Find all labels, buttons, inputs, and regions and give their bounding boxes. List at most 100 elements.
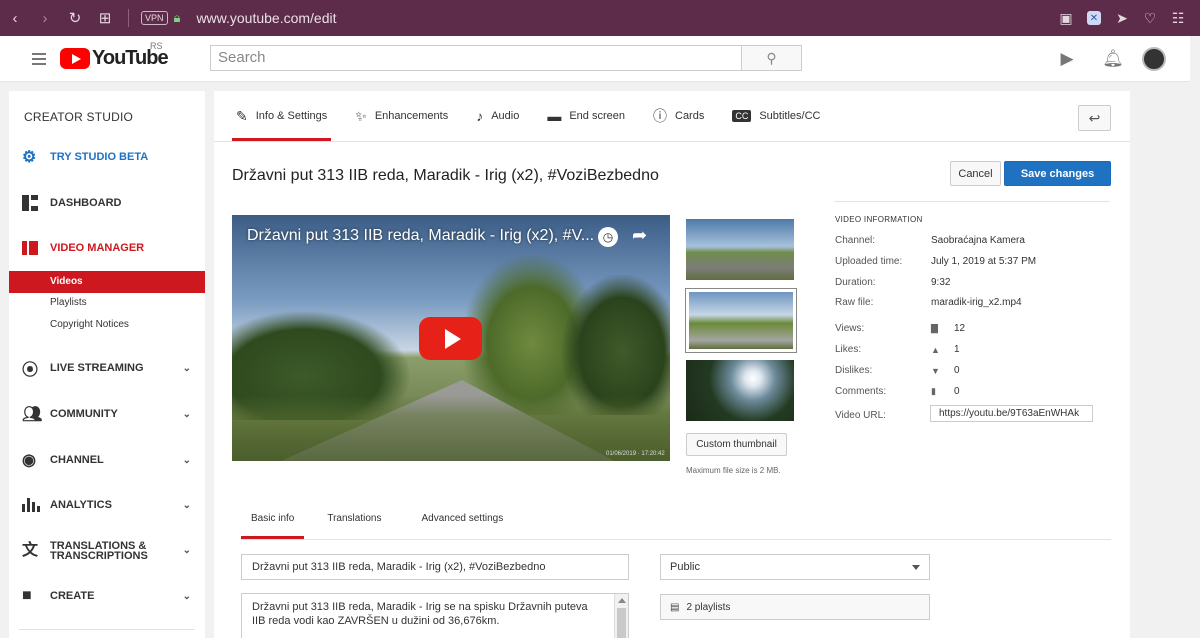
subtab-advanced-settings[interactable]: Advanced settings xyxy=(411,497,513,539)
watch-later-icon[interactable]: ◷ xyxy=(598,227,618,247)
logo-region: RS xyxy=(150,41,163,51)
tab-subtitles[interactable]: CC Subtitles/CC xyxy=(728,91,824,141)
thumbs-down-icon: ▼ xyxy=(931,365,940,376)
sidebar-item-live-streaming[interactable]: ⦿ LIVE STREAMING ⌄ xyxy=(9,355,205,381)
thumbnail-option-3[interactable] xyxy=(686,360,794,421)
sidebar-item-dashboard[interactable]: DASHBOARD xyxy=(9,190,205,216)
lock-icon[interactable]: 🔒︎ xyxy=(174,10,181,26)
creator-studio-sidebar: CREATOR STUDIO ⚙ TRY STUDIO BETA DASHBOA… xyxy=(9,91,205,638)
channel-value[interactable]: Saobraćajna Kamera xyxy=(931,235,1025,246)
magic-wand-icon: ✨︎ xyxy=(355,107,367,124)
menu-icon[interactable] xyxy=(32,50,46,68)
settings-subtabs: Basic info Translations Advanced setting… xyxy=(241,497,526,539)
video-edit-panel: ✎ Info & Settings ✨︎ Enhancements ♪ Audi… xyxy=(214,91,1130,638)
vpn-badge[interactable]: VPN xyxy=(141,11,168,25)
upload-video-icon[interactable]: ▶︎ xyxy=(1044,49,1090,69)
title-input[interactable]: Državni put 313 IIB reda, Maradik - Irig… xyxy=(241,554,629,580)
subtabs-divider xyxy=(241,539,1111,540)
back-button[interactable]: ↩ xyxy=(1078,105,1111,131)
tab-end-screen[interactable]: ▬ End screen xyxy=(543,91,629,141)
info-icon: ⓘ xyxy=(653,108,667,124)
thumbnail-option-2-selected[interactable] xyxy=(685,288,797,353)
video-title: Državni put 313 IIB reda, Maradik - Irig… xyxy=(232,167,659,184)
sidebar-item-translations[interactable]: 文 TRANSLATIONS & TRANSCRIPTIONS ⌄ xyxy=(9,537,205,565)
likes-label: Likes: xyxy=(835,344,862,355)
sidebar-subitem-copyright-notices[interactable]: Copyright Notices xyxy=(9,314,205,336)
chevron-down-icon: ⌄ xyxy=(182,499,191,511)
uploaded-label: Uploaded time: xyxy=(835,256,903,267)
sidebar-title: CREATOR STUDIO xyxy=(24,110,134,124)
sidebar-item-label-second-line: TRANSCRIPTIONS xyxy=(50,550,148,562)
description-textarea[interactable]: Državni put 313 IIB reda, Maradik - Irig… xyxy=(241,593,629,638)
dislikes-label: Dislikes: xyxy=(835,365,873,376)
community-icon: 👥︎ xyxy=(22,406,43,423)
playlists-button[interactable]: ▤ 2 playlists xyxy=(660,594,930,620)
sidebar-item-label: COMMUNITY xyxy=(50,408,118,420)
comment-bubble-icon: ▮ xyxy=(931,386,936,396)
save-changes-button[interactable]: Save changes xyxy=(1004,161,1111,186)
player-title[interactable]: Državni put 313 IIB reda, Maradik - Irig… xyxy=(247,227,594,245)
notifications-bell-icon[interactable]: 🔔︎ xyxy=(1090,49,1136,69)
sidebar-subitem-playlists[interactable]: Playlists xyxy=(9,292,205,314)
search-input[interactable]: Search xyxy=(210,45,742,71)
tab-audio[interactable]: ♪ Audio xyxy=(472,91,523,141)
raw-file-label: Raw file: xyxy=(835,297,874,308)
avatar[interactable] xyxy=(1142,47,1166,71)
subtab-basic-info[interactable]: Basic info xyxy=(241,497,305,539)
thumbnail-option-1[interactable] xyxy=(686,219,794,280)
send-icon[interactable]: ➤ xyxy=(1108,0,1136,36)
adblock-shield-icon[interactable]: ✕ xyxy=(1080,0,1108,36)
tab-info-settings[interactable]: ✎ Info & Settings xyxy=(232,91,332,141)
heart-icon[interactable]: ♡ xyxy=(1136,0,1164,36)
youtube-header: YouTube RS Search ⚲ ▶︎ 🔔︎ xyxy=(0,36,1200,82)
sidebar-item-analytics[interactable]: ANALYTICS ⌄ xyxy=(9,492,205,518)
subtab-translations[interactable]: Translations xyxy=(317,497,391,539)
live-streaming-icon: ⦿ xyxy=(22,362,39,379)
cancel-button[interactable]: Cancel xyxy=(950,161,1001,186)
sidebar-item-create[interactable]: ■ CREATE ⌄ xyxy=(9,583,205,609)
page-scrollbar[interactable] xyxy=(1190,36,1200,638)
create-camera-icon: ■ xyxy=(22,587,32,604)
translate-icon: 文 xyxy=(22,542,39,559)
tab-label: End screen xyxy=(569,110,625,122)
sidebar-item-try-studio-beta[interactable]: ⚙ TRY STUDIO BETA xyxy=(9,144,205,170)
sidebar-item-video-manager[interactable]: VIDEO MANAGER xyxy=(9,235,205,261)
privacy-select[interactable]: Public xyxy=(660,554,930,580)
video-url-field[interactable]: https://youtu.be/9T63aEnWHAk xyxy=(930,405,1093,422)
share-arrow-icon[interactable]: ➦ xyxy=(632,225,647,246)
comments-value: 0 xyxy=(954,386,960,397)
privacy-value: Public xyxy=(670,561,700,573)
forward-arrow-icon[interactable]: › xyxy=(30,0,60,36)
play-button[interactable] xyxy=(419,317,482,360)
tabs-divider xyxy=(214,141,1130,142)
youtube-logo[interactable]: YouTube RS xyxy=(60,41,169,70)
sidebar-item-community[interactable]: 👥︎ COMMUNITY ⌄ xyxy=(9,401,205,427)
custom-thumbnail-button[interactable]: Custom thumbnail xyxy=(686,433,787,456)
search-button[interactable]: ⚲ xyxy=(741,45,802,71)
sidebar-item-channel[interactable]: ◉ CHANNEL ⌄ xyxy=(9,447,205,473)
camera-icon[interactable]: ▣ xyxy=(1052,0,1080,36)
reload-icon[interactable]: ↻ xyxy=(60,0,90,36)
sidebar-subitem-videos[interactable]: Videos xyxy=(9,271,205,293)
description-scrollbar[interactable] xyxy=(614,594,628,638)
sidebar-item-label: DASHBOARD xyxy=(50,197,122,209)
video-manager-icon xyxy=(22,241,38,255)
tab-enhancements[interactable]: ✨︎ Enhancements xyxy=(351,91,452,141)
sidebar-item-label: CREATE xyxy=(50,590,95,602)
settings-sliders-icon[interactable]: ☷ xyxy=(1164,0,1192,36)
video-player[interactable]: Državni put 313 IIB reda, Maradik - Irig… xyxy=(232,215,670,461)
max-file-size-note: Maximum file size is 2 MB. xyxy=(686,466,781,475)
address-bar[interactable]: www.youtube.com/edit xyxy=(196,10,336,26)
back-arrow-icon[interactable]: ‹ xyxy=(0,0,30,36)
toolbar-separator xyxy=(128,9,129,27)
youtube-play-icon xyxy=(60,48,90,69)
likes-stat: ▲ 1 xyxy=(931,344,960,355)
channel-account-icon: ◉ xyxy=(22,452,36,469)
tabs-grid-icon[interactable]: ⊞ xyxy=(90,0,120,36)
uploaded-value: July 1, 2019 at 5:37 PM xyxy=(931,256,1037,267)
tab-label: Cards xyxy=(675,110,705,122)
video-url-label: Video URL: xyxy=(835,410,886,421)
duration-value: 9:32 xyxy=(931,277,951,288)
dislikes-stat: ▼ 0 xyxy=(931,365,960,376)
tab-cards[interactable]: ⓘ Cards xyxy=(649,91,708,141)
